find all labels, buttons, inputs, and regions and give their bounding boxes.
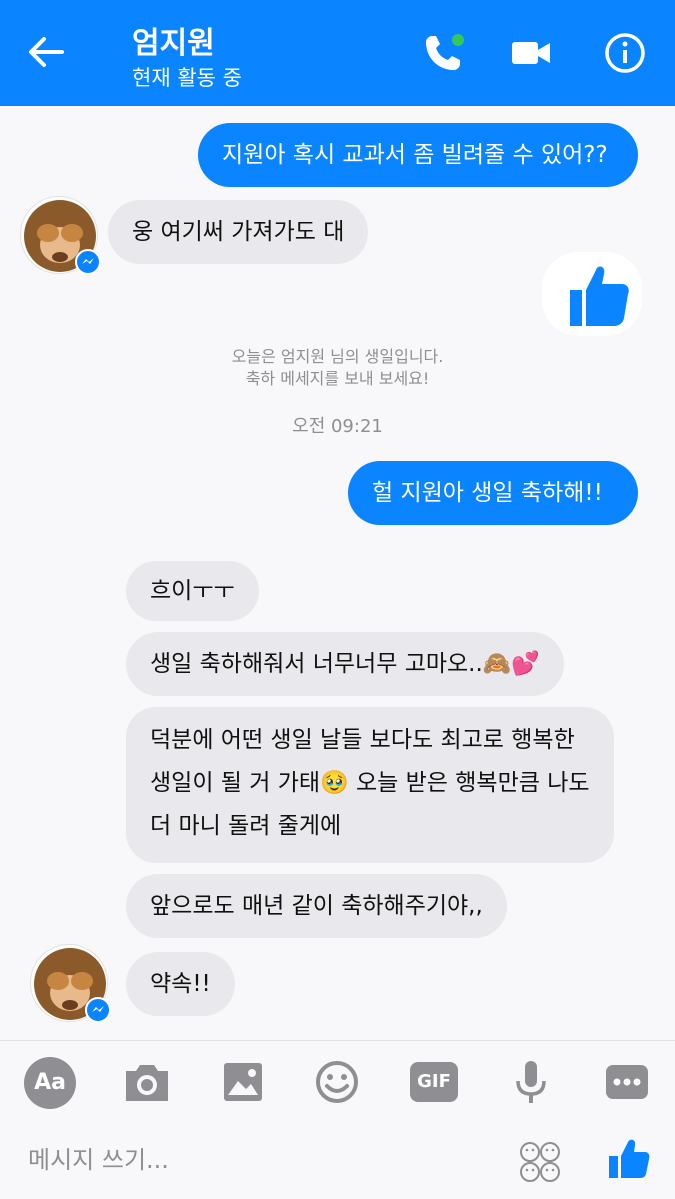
messenger-badge-icon (85, 997, 111, 1023)
notice-line: 오늘은 엄지원 님의 생일입니다. (231, 347, 444, 366)
message-text: 생일 축하해줘서 너무너무 고마오..🙈💕 (150, 651, 541, 677)
chat-header: 엄지원 현재 활동 중 (0, 0, 675, 106)
message-text-line: 더 마니 돌려 줄게에 (150, 813, 342, 839)
info-icon[interactable] (602, 30, 648, 76)
text-format-button[interactable]: Aa (24, 1057, 76, 1109)
message-input[interactable] (28, 1140, 498, 1180)
online-dot-icon (452, 34, 464, 46)
video-call-icon[interactable] (508, 30, 554, 76)
message-list[interactable]: 지원아 혹시 교과서 좀 빌려줄 수 있어?? 웅 여기써 가져가도 대 오늘은… (0, 106, 675, 1040)
back-arrow-icon[interactable] (24, 30, 68, 74)
avatar[interactable] (20, 196, 101, 275)
thumbs-up-send-icon[interactable] (606, 1136, 650, 1180)
contact-name[interactable]: 엄지원 (132, 18, 215, 62)
microphone-icon[interactable] (506, 1059, 556, 1105)
incoming-message[interactable]: 약속!! (126, 952, 235, 1016)
message-text: 웅 여기써 가져가도 대 (132, 219, 345, 245)
gif-button[interactable]: GIF (410, 1062, 458, 1102)
timestamp: 오전 09:21 (292, 416, 383, 437)
messenger-badge-icon (75, 249, 101, 275)
reactions-icon[interactable] (518, 1140, 562, 1184)
birthday-notice: 오늘은 엄지원 님의 생일입니다. 축하 메세지를 보내 보세요! (0, 346, 675, 390)
message-text: 앞으로도 매년 같이 축하해주기야,, (150, 893, 483, 919)
more-options-icon[interactable] (602, 1059, 652, 1105)
avatar[interactable] (30, 944, 111, 1023)
composer-toolbar: Aa GIF (0, 1040, 675, 1122)
photo-gallery-icon[interactable] (218, 1059, 268, 1105)
incoming-message[interactable]: 생일 축하해줘서 너무너무 고마오..🙈💕 (126, 632, 565, 696)
incoming-message[interactable]: 흐이ㅜㅜ (126, 561, 259, 621)
message-text-line: 생일이 될 거 가태🥹 오늘 받은 행복만큼 나도 (150, 770, 590, 796)
message-text: 지원아 혹시 교과서 좀 빌려줄 수 있어?? (222, 142, 608, 168)
emoji-icon[interactable] (312, 1059, 362, 1105)
active-status: 현재 활동 중 (132, 66, 242, 90)
outgoing-message[interactable]: 헐 지원아 생일 축하해!! (348, 461, 638, 525)
message-text: 헐 지원아 생일 축하해!! (372, 480, 603, 506)
phone-call-icon[interactable] (420, 30, 466, 76)
composer (0, 1122, 675, 1199)
incoming-message[interactable]: 덕분에 어떤 생일 날들 보다도 최고로 행복한 생일이 될 거 가태🥹 오늘 … (126, 707, 614, 863)
incoming-message[interactable]: 웅 여기써 가져가도 대 (108, 200, 369, 264)
outgoing-message[interactable]: 지원아 혹시 교과서 좀 빌려줄 수 있어?? (198, 123, 638, 187)
message-text-line: 덕분에 어떤 생일 날들 보다도 최고로 행복한 (150, 727, 575, 753)
message-text: 약속!! (150, 971, 211, 997)
camera-icon[interactable] (122, 1059, 172, 1105)
message-text: 흐이ㅜㅜ (150, 578, 235, 604)
thumbs-up-sticker-icon[interactable] (542, 252, 642, 336)
incoming-message[interactable]: 앞으로도 매년 같이 축하해주기야,, (126, 874, 507, 938)
notice-line: 축하 메세지를 보내 보세요! (245, 369, 430, 388)
